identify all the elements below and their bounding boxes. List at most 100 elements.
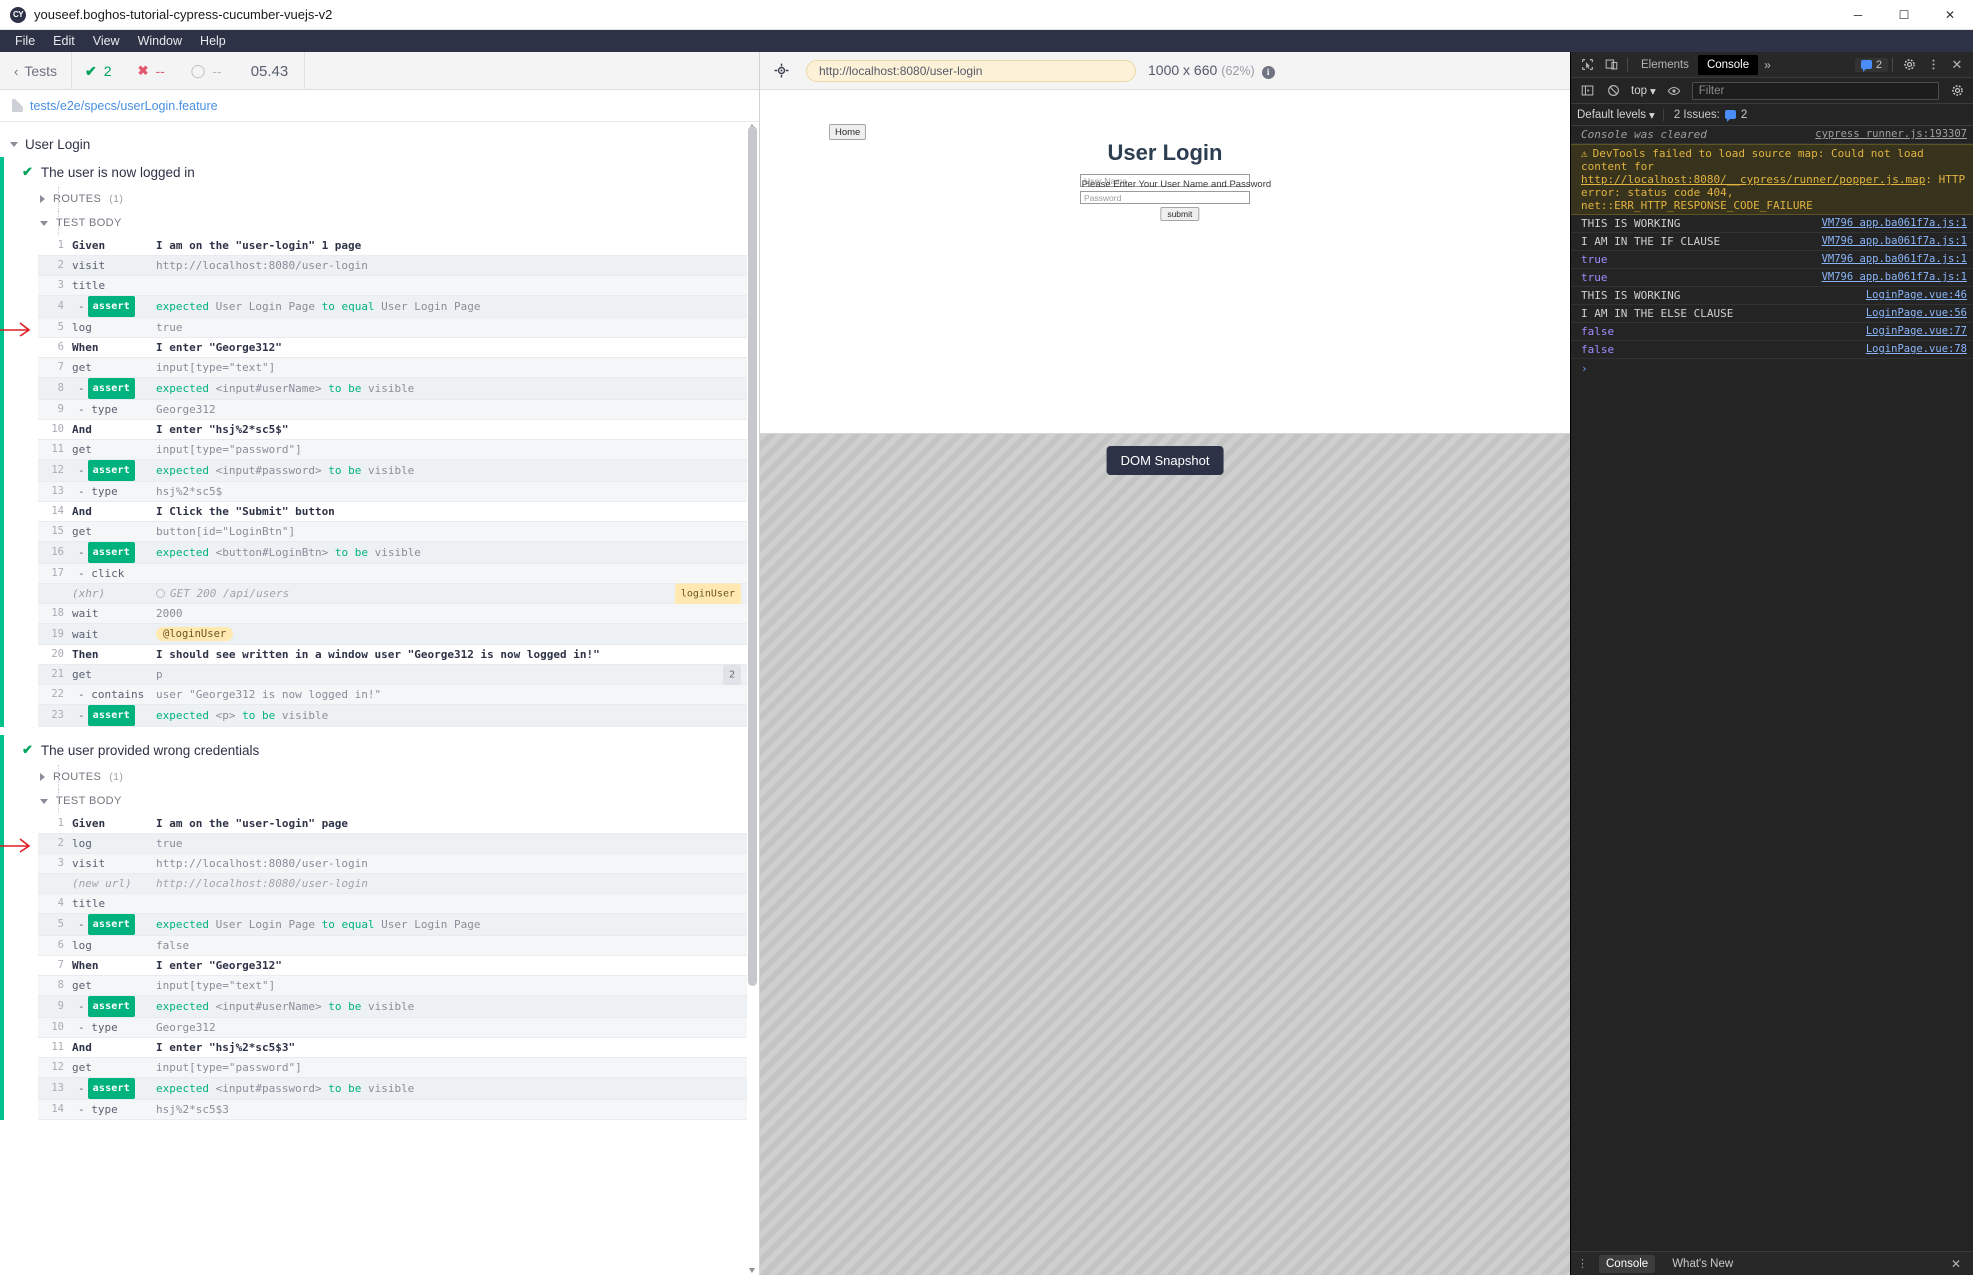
command-row[interactable]: 10 - type George312 xyxy=(38,1018,747,1038)
console-message-row[interactable]: I AM IN THE IF CLAUSE VM796 app.ba061f7a.… xyxy=(1571,233,1973,251)
command-row[interactable]: 17 - click xyxy=(38,564,747,584)
selector-playground-icon[interactable] xyxy=(760,52,802,90)
command-row[interactable]: 1 Given I am on the "user-login" 1 page xyxy=(38,236,747,256)
console-message-row[interactable]: THIS IS WORKING LoginPage.vue:46 xyxy=(1571,287,1973,305)
command-row[interactable]: 6 When I enter "George312" xyxy=(38,338,747,358)
console-message-source[interactable]: LoginPage.vue:56 xyxy=(1866,307,1967,319)
console-message-source[interactable]: VM796 app.ba061f7a.js:1 xyxy=(1822,235,1967,247)
command-row[interactable]: 21 get p 2 xyxy=(38,664,747,685)
console-message-row[interactable]: false LoginPage.vue:78 xyxy=(1571,341,1973,359)
command-row[interactable]: 10 And I enter "hsj%2*sc5$" xyxy=(38,420,747,440)
command-row[interactable]: 23 - assert expected <p> to be visible xyxy=(38,705,747,727)
command-row[interactable]: 14 And I Click the "Submit" button xyxy=(38,502,747,522)
command-row[interactable]: 9 - assert expected <input#userName> to be … xyxy=(38,996,747,1018)
console-message-row[interactable]: true VM796 app.ba061f7a.js:1 xyxy=(1571,269,1973,287)
aut-url-bar[interactable]: http://localhost:8080/user-login xyxy=(806,59,1136,82)
minimize-button[interactable]: ─ xyxy=(1835,0,1881,30)
issues-summary-button[interactable]: 2 Issues: 2 xyxy=(1662,108,1747,122)
command-row[interactable]: 3 title xyxy=(38,276,747,296)
source-map-url-link[interactable]: http://localhost:8080/__cypress/runner/p… xyxy=(1581,173,1925,186)
kebab-menu-icon[interactable] xyxy=(1921,53,1945,77)
submit-button[interactable]: submit xyxy=(1160,207,1200,221)
console-message-row[interactable]: THIS IS WORKING VM796 app.ba061f7a.js:1 xyxy=(1571,215,1973,233)
command-row[interactable]: 9 - type George312 xyxy=(38,400,747,420)
chevron-down-icon[interactable] xyxy=(10,142,18,147)
home-button[interactable]: Home xyxy=(829,124,867,140)
console-message-source[interactable]: cypress runner.js:193307 xyxy=(1815,128,1967,140)
gear-icon[interactable] xyxy=(1897,53,1921,77)
console-message-row[interactable]: false LoginPage.vue:77 xyxy=(1571,323,1973,341)
command-row[interactable]: 19 wait @loginUser xyxy=(38,624,747,645)
command-row[interactable]: 16 - assert expected <button#LoginBtn> to b… xyxy=(38,542,747,564)
command-row[interactable]: 1 Given I am on the "user-login" page xyxy=(38,814,747,834)
more-tabs-icon[interactable]: » xyxy=(1758,58,1777,72)
tab-elements[interactable]: Elements xyxy=(1632,55,1698,75)
command-row[interactable]: 8 get input[type="text"] xyxy=(38,976,747,996)
command-row[interactable]: 22 - contains user "George312 is now logge… xyxy=(38,685,747,705)
command-row[interactable]: 6 log false xyxy=(38,936,747,956)
command-row[interactable]: 11 And I enter "hsj%2*sc5$3" xyxy=(38,1038,747,1058)
issues-badge[interactable]: 2 xyxy=(1854,57,1888,72)
spec-file-link[interactable]: tests/e2e/specs/userLogin.feature xyxy=(30,99,218,113)
command-row[interactable]: 14 - type hsj%2*sc5$3 xyxy=(38,1100,747,1120)
inspect-element-icon[interactable] xyxy=(1575,53,1599,77)
command-row[interactable]: 13 - assert expected <input#password> to be… xyxy=(38,1078,747,1100)
command-row[interactable]: (new url) http://localhost:8080/user-logi… xyxy=(38,874,747,894)
menu-help[interactable]: Help xyxy=(191,30,235,52)
back-to-tests-button[interactable]: ‹ Tests xyxy=(0,52,73,90)
drawer-tab-console[interactable]: Console xyxy=(1599,1254,1656,1273)
test-body-section-header-2[interactable]: TEST BODY xyxy=(0,789,759,813)
command-row[interactable]: 15 get button[id="LoginBtn"] xyxy=(38,522,747,542)
menu-file[interactable]: File xyxy=(6,30,44,52)
console-message-row[interactable]: Console was cleared cypress runner.js:193… xyxy=(1571,126,1973,144)
console-message-source[interactable]: LoginPage.vue:77 xyxy=(1866,325,1967,337)
command-row[interactable]: 7 get input[type="text"] xyxy=(38,358,747,378)
scroll-down-arrow-icon[interactable] xyxy=(749,1268,755,1273)
clear-console-icon[interactable] xyxy=(1601,79,1625,103)
command-row[interactable]: 5 - assert expected User Login Page to equa… xyxy=(38,914,747,936)
chevron-right-icon[interactable] xyxy=(40,195,45,203)
command-row[interactable]: 4 title xyxy=(38,894,747,914)
command-row[interactable]: 18 wait 2000 xyxy=(38,604,747,624)
console-prompt[interactable]: › xyxy=(1571,359,1973,378)
console-filter-input[interactable]: Filter xyxy=(1691,81,1939,100)
drawer-handle-icon[interactable]: ⋮ xyxy=(1577,1257,1589,1270)
command-row[interactable]: 20 Then I should see written in a window u… xyxy=(38,645,747,665)
console-message-source[interactable]: LoginPage.vue:46 xyxy=(1866,289,1967,301)
command-row[interactable]: 2 visit http://localhost:8080/user-login xyxy=(38,256,747,276)
drawer-tab-whats-new[interactable]: What's New xyxy=(1665,1255,1740,1273)
command-row[interactable]: 7 When I enter "George312" xyxy=(38,956,747,976)
live-expression-icon[interactable] xyxy=(1662,79,1686,103)
suite-header[interactable]: User Login xyxy=(0,132,759,157)
command-row[interactable]: 11 get input[type="password"] xyxy=(38,440,747,460)
console-message-source[interactable]: LoginPage.vue:78 xyxy=(1866,343,1967,355)
command-row[interactable]: 3 visit http://localhost:8080/user-login xyxy=(38,854,747,874)
tab-console[interactable]: Console xyxy=(1697,54,1759,75)
scrollbar-thumb[interactable] xyxy=(748,126,757,986)
chevron-down-icon[interactable] xyxy=(40,798,48,804)
routes-section-header-2[interactable]: ROUTES (1) xyxy=(0,765,759,789)
command-row[interactable]: 2 log true xyxy=(0,834,747,854)
drawer-close-icon[interactable]: ✕ xyxy=(1951,1257,1967,1271)
command-row[interactable]: 12 get input[type="password"] xyxy=(38,1058,747,1078)
menu-window[interactable]: Window xyxy=(129,30,191,52)
console-settings-gear-icon[interactable] xyxy=(1945,79,1969,103)
execution-context-selector[interactable]: top ▾ xyxy=(1627,82,1660,100)
console-message-source[interactable]: VM796 app.ba061f7a.js:1 xyxy=(1822,253,1967,265)
menu-edit[interactable]: Edit xyxy=(44,30,84,52)
close-icon[interactable]: ✕ xyxy=(1945,53,1969,77)
reporter-scrollbar[interactable] xyxy=(748,124,757,1273)
menu-view[interactable]: View xyxy=(84,30,129,52)
command-row[interactable]: 12 - assert expected <input#password> to be… xyxy=(38,460,747,482)
console-message-row[interactable]: true VM796 app.ba061f7a.js:1 xyxy=(1571,251,1973,269)
console-message-row[interactable]: I AM IN THE ELSE CLAUSE LoginPage.vue:56 xyxy=(1571,305,1973,323)
test-header-1[interactable]: ✔ The user is now logged in xyxy=(0,157,759,187)
test-header-2[interactable]: ✔ The user provided wrong credentials xyxy=(0,735,759,765)
maximize-button[interactable]: ☐ xyxy=(1881,0,1927,30)
command-row[interactable]: (xhr) GET 200 /api/users loginUser xyxy=(38,583,747,604)
routes-section-header-1[interactable]: ROUTES (1) xyxy=(0,187,759,211)
command-row[interactable]: 5 log true xyxy=(0,318,747,338)
chevron-right-icon[interactable] xyxy=(40,773,45,781)
console-message-source[interactable]: VM796 app.ba061f7a.js:1 xyxy=(1822,271,1967,283)
test-body-section-header-1[interactable]: TEST BODY xyxy=(0,211,759,235)
